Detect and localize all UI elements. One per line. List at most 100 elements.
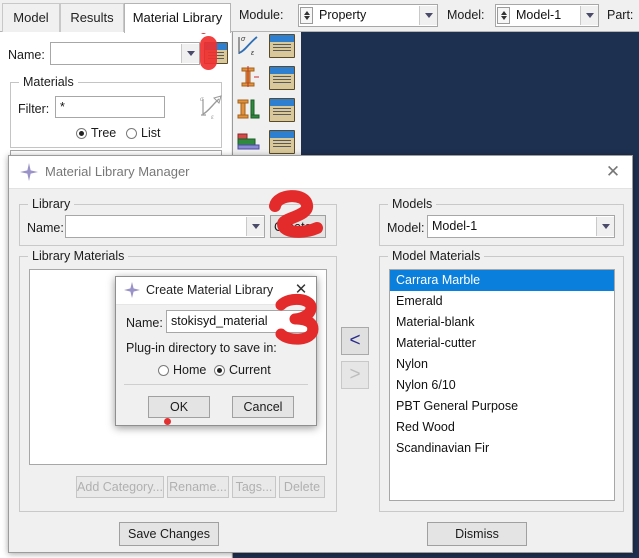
list-item[interactable]: Nylon (390, 354, 614, 375)
transfer-left-label: < (349, 330, 361, 351)
module-value: Property (319, 8, 367, 22)
panel-name-combo[interactable] (50, 42, 200, 65)
material-library-book-icon[interactable] (269, 130, 295, 154)
chevron-down-icon[interactable] (246, 217, 264, 236)
rename-button[interactable]: Rename... (167, 476, 229, 498)
create-dialog-title: Create Material Library (146, 283, 274, 297)
svg-text:ε: ε (251, 50, 255, 57)
model-materials-list[interactable]: Carrara Marble Emerald Material-blank Mater… (389, 269, 615, 501)
list-item[interactable]: Emerald (390, 291, 614, 312)
stress-strain-edit-icon[interactable]: σ ε (198, 94, 224, 120)
view-mode-tree-label: Tree (91, 126, 117, 140)
tab-material-library[interactable]: Material Library (124, 3, 231, 33)
radio-dot-icon (214, 364, 225, 376)
directory-current-radio[interactable]: Current (214, 363, 271, 377)
filter-value: * (60, 100, 65, 114)
model-select-value: Model-1 (432, 219, 478, 233)
beam-profile-icon[interactable] (235, 97, 261, 121)
save-changes-button[interactable]: Save Changes (119, 522, 219, 546)
tab-material-library-label: Material Library (132, 10, 223, 25)
list-item[interactable]: Carrara Marble (390, 270, 614, 291)
list-item[interactable]: Material-blank (390, 312, 614, 333)
tab-model[interactable]: Model (2, 3, 60, 32)
create-name-input[interactable]: stokisyd_material (166, 310, 308, 333)
dialog-title-bar: Material Library Manager ✕ (9, 156, 632, 189)
transfer-right-label: > (349, 364, 361, 385)
chevron-down-icon[interactable] (181, 44, 199, 63)
material-toolbar-column: σ ε (233, 31, 301, 158)
dismiss-label: Dismiss (455, 527, 499, 541)
save-changes-label: Save Changes (127, 527, 210, 541)
create-name-label: Name: (126, 316, 163, 330)
chevron-down-icon[interactable] (580, 6, 598, 25)
tab-results[interactable]: Results (60, 3, 124, 32)
directory-home-label: Home (173, 363, 207, 377)
library-name-label: Name: (27, 221, 64, 235)
material-library-manager-dialog: Material Library Manager ✕ Library Name:… (8, 155, 633, 553)
tags-button[interactable]: Tags... (232, 476, 276, 498)
library-name-combo[interactable] (65, 215, 265, 238)
material-library-book-icon[interactable] (269, 34, 295, 58)
list-item[interactable]: Scandinavian Fir (390, 438, 614, 459)
view-mode-list-radio[interactable]: List (126, 126, 160, 140)
model-select-label: Model: (387, 221, 425, 235)
panel-name-label: Name: (8, 48, 45, 62)
stress-strain-curve-icon[interactable]: σ ε (235, 33, 261, 57)
create-name-value: stokisyd_material (171, 314, 268, 328)
composite-layup-icon[interactable] (235, 129, 261, 153)
model-combo[interactable]: Model-1 (495, 4, 599, 27)
library-group-title: Library (28, 197, 75, 211)
create-library-button[interactable]: Create... (270, 215, 326, 238)
svg-text:σ: σ (200, 97, 204, 103)
models-group-title: Models (388, 197, 437, 211)
part-label: Part: (607, 8, 634, 22)
spinner-icon[interactable] (497, 7, 510, 24)
abaqus-logo-icon (20, 163, 38, 181)
module-combo[interactable]: Property (298, 4, 438, 27)
close-icon[interactable]: ✕ (293, 282, 309, 298)
create-cancel-label: Cancel (243, 400, 283, 414)
radio-dot-icon (76, 127, 87, 139)
transfer-to-model-button[interactable]: > (341, 361, 369, 389)
context-toolbar: Module: Property Model: Model-1 Part: cu… (232, 0, 639, 32)
chevron-down-icon[interactable] (419, 6, 437, 25)
dismiss-button[interactable]: Dismiss (427, 522, 527, 546)
transfer-to-library-button[interactable]: < (341, 327, 369, 355)
list-item[interactable]: Nylon 6/10 (390, 375, 614, 396)
list-item[interactable]: PBT General Purpose (390, 396, 614, 417)
spinner-icon[interactable] (300, 7, 313, 24)
create-cancel-button[interactable]: Cancel (232, 396, 294, 418)
chevron-down-icon[interactable] (596, 217, 614, 236)
list-item[interactable]: Red Wood (390, 417, 614, 438)
list-item[interactable]: Material-cutter (390, 333, 614, 354)
materials-group-title: Materials (19, 75, 78, 89)
svg-text:ε: ε (211, 115, 214, 120)
view-mode-tree-radio[interactable]: Tree (76, 126, 116, 140)
create-library-label: Create... (274, 219, 322, 234)
material-library-book-icon[interactable] (269, 98, 295, 122)
delete-label: Delete (283, 480, 321, 494)
create-material-library-dialog: Create Material Library ✕ Name: stokisyd… (115, 276, 317, 426)
filter-label: Filter: (18, 102, 50, 116)
filter-input[interactable]: * (55, 96, 165, 118)
model-materials-group-title: Model Materials (388, 249, 485, 263)
radio-dot-icon (158, 364, 169, 376)
beam-section-icon[interactable] (235, 65, 261, 89)
library-materials-group-title: Library Materials (28, 249, 129, 263)
view-mode-list-label: List (141, 126, 161, 140)
directory-home-radio[interactable]: Home (158, 363, 206, 377)
add-category-label: Add Category... (77, 480, 163, 494)
material-library-book-icon[interactable] (269, 66, 295, 90)
create-ok-button[interactable]: OK (148, 396, 210, 418)
create-dialog-title-bar: Create Material Library ✕ (116, 277, 316, 305)
tab-model-label: Model (13, 10, 49, 25)
material-library-book-icon[interactable] (204, 42, 228, 64)
dialog-divider (124, 384, 308, 385)
model-select-combo[interactable]: Model-1 (427, 215, 615, 238)
delete-button[interactable]: Delete (279, 476, 325, 498)
model-value: Model-1 (516, 8, 562, 22)
tags-label: Tags... (235, 480, 273, 494)
create-ok-label: OK (169, 400, 189, 414)
close-icon[interactable]: ✕ (604, 163, 622, 182)
add-category-button[interactable]: Add Category... (76, 476, 164, 498)
